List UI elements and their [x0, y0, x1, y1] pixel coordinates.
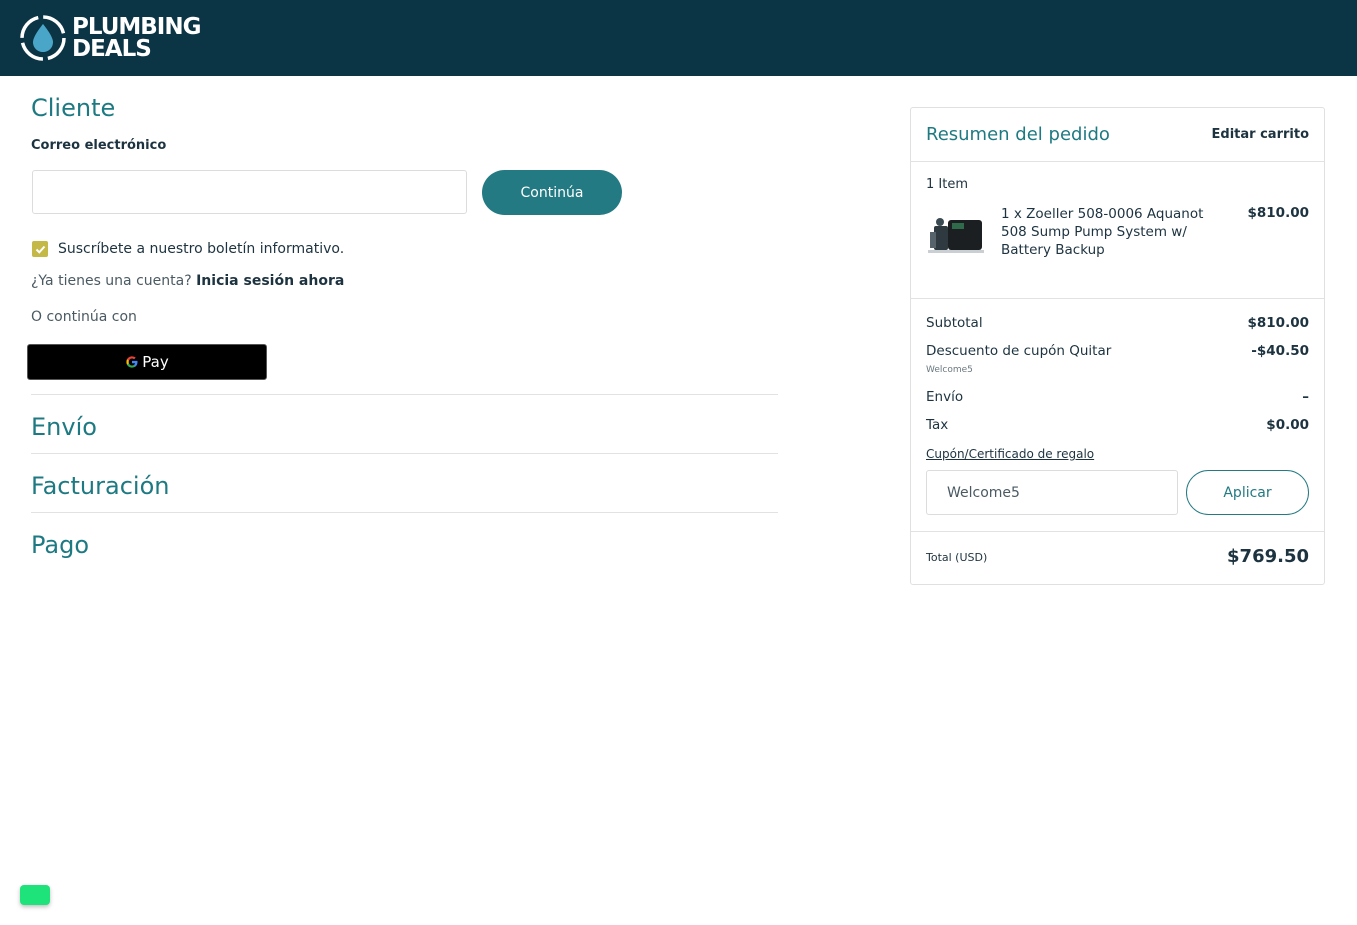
applied-coupon-code: Welcome5: [926, 365, 973, 375]
continue-button[interactable]: Continúa: [482, 170, 622, 215]
google-g-icon: [126, 356, 138, 368]
site-logo[interactable]: PLUMBING DEALS: [18, 12, 201, 64]
order-summary-title: Resumen del pedido: [926, 124, 1110, 145]
coupon-link[interactable]: Cupón/Certificado de regalo: [926, 447, 1094, 461]
total-label: Total (USD): [926, 551, 988, 564]
chat-widget-button[interactable]: [20, 885, 50, 905]
logo-text: PLUMBING DEALS: [72, 14, 201, 62]
section-divider: [31, 453, 778, 454]
apply-coupon-button[interactable]: Aplicar: [1186, 470, 1309, 515]
summary-divider: [911, 531, 1324, 532]
newsletter-checkbox[interactable]: [32, 241, 48, 257]
discount-label[interactable]: Descuento de cupón Quitar: [926, 343, 1111, 359]
tax-value: $0.00: [1266, 417, 1309, 433]
newsletter-label: Suscríbete a nuestro boletín informativo…: [58, 241, 345, 257]
newsletter-checkbox-row[interactable]: Suscríbete a nuestro boletín informativo…: [32, 241, 344, 257]
discount-value: -$40.50: [1251, 343, 1309, 359]
customer-section-title: Cliente: [31, 94, 116, 122]
tax-label: Tax: [926, 417, 949, 433]
order-summary: Resumen del pedido Editar carrito 1 Item…: [910, 107, 1325, 585]
google-pay-label: Pay: [142, 353, 169, 371]
subtotal-row: Subtotal $810.00: [926, 315, 1309, 331]
account-prompt-text: ¿Ya tienes una cuenta?: [31, 273, 192, 289]
product-thumbnail: [928, 218, 984, 253]
google-pay-button[interactable]: Pay: [27, 344, 267, 380]
tax-row: Tax $0.00: [926, 417, 1309, 433]
section-divider: [31, 394, 778, 395]
section-divider: [31, 512, 778, 513]
discount-row: Descuento de cupón Quitar -$40.50: [926, 343, 1309, 359]
account-prompt: ¿Ya tienes una cuenta? Inicia sesión aho…: [31, 273, 344, 289]
subtotal-label: Subtotal: [926, 315, 983, 331]
billing-section-title[interactable]: Facturación: [31, 472, 169, 500]
shipping-row: Envío –: [926, 389, 1309, 405]
subtotal-value: $810.00: [1247, 315, 1310, 331]
coupon-input[interactable]: [926, 470, 1178, 515]
email-input[interactable]: [32, 170, 467, 214]
shipping-label: Envío: [926, 389, 964, 405]
shipping-value: –: [1302, 389, 1309, 405]
continue-with-label: O continúa con: [31, 309, 137, 325]
login-link[interactable]: Inicia sesión ahora: [196, 273, 344, 289]
shipping-section-title[interactable]: Envío: [31, 413, 97, 441]
site-header: PLUMBING DEALS: [0, 0, 1357, 76]
water-drop-logo-icon: [20, 15, 66, 61]
checkmark-icon: [35, 245, 45, 254]
payment-section-title[interactable]: Pago: [31, 531, 89, 559]
product-price: $810.00: [1247, 205, 1310, 221]
item-count: 1 Item: [926, 177, 968, 192]
total-value: $769.50: [1227, 546, 1309, 567]
summary-divider: [911, 161, 1324, 162]
edit-cart-link[interactable]: Editar carrito: [1212, 127, 1309, 142]
summary-divider: [911, 298, 1324, 299]
email-label: Correo electrónico: [31, 138, 167, 153]
product-name: 1 x Zoeller 508-0006 Aquanot 508 Sump Pu…: [1001, 206, 1204, 258]
